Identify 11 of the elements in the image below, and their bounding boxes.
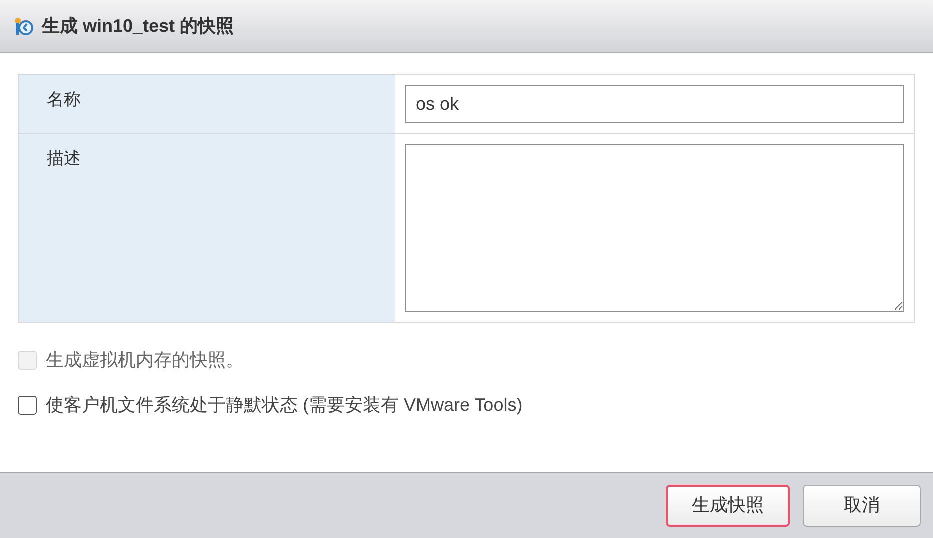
description-textarea[interactable] xyxy=(405,144,904,312)
take-snapshot-button[interactable]: 生成快照 xyxy=(666,484,790,526)
snapshot-clock-icon xyxy=(12,15,34,37)
field-label: 名称 xyxy=(19,75,395,133)
checkbox[interactable] xyxy=(18,396,37,415)
field-label: 描述 xyxy=(19,134,395,322)
cancel-button[interactable]: 取消 xyxy=(803,484,921,526)
checkbox-label: 使客户机文件系统处于静默状态 (需要安装有 VMware Tools) xyxy=(46,394,523,417)
window-title: 生成 win10_test 的快照 xyxy=(42,14,234,38)
name-input[interactable]: os ok xyxy=(405,85,904,123)
checkbox-label: 生成虚拟机内存的快照。 xyxy=(46,349,244,372)
